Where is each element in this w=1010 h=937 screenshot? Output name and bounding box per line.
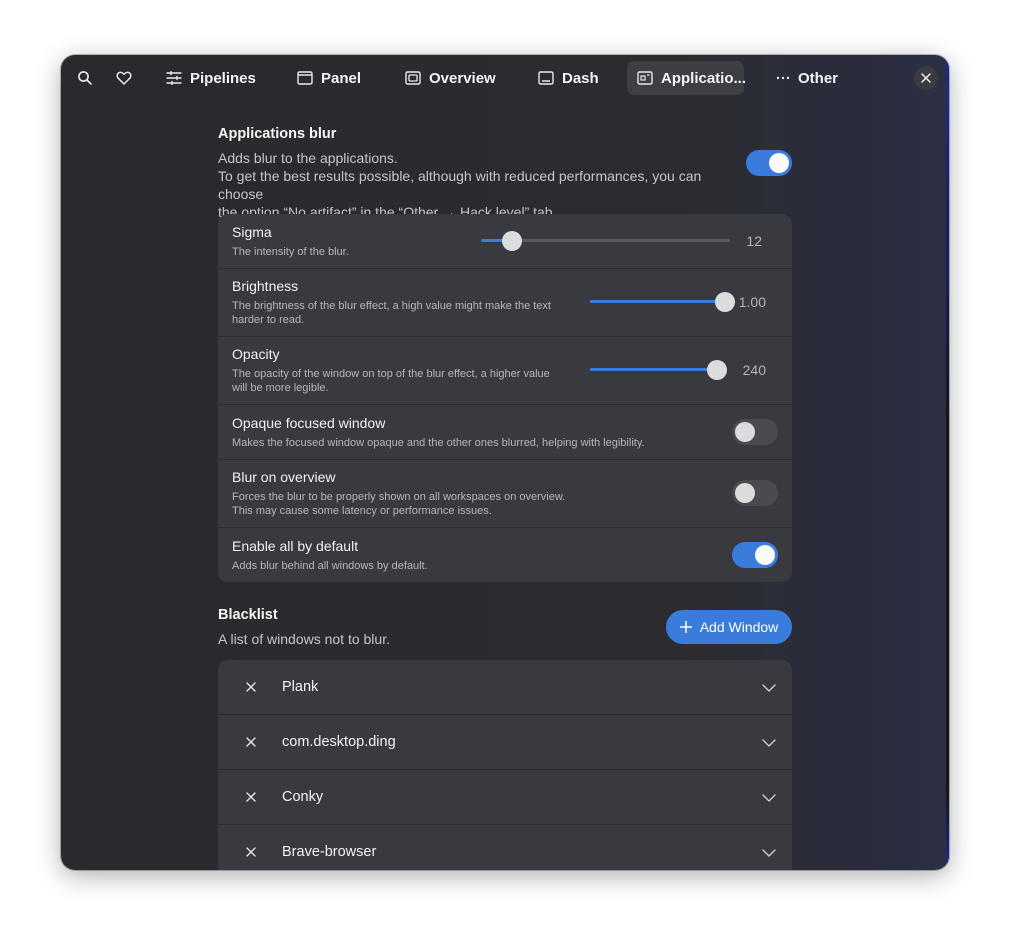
slider-thumb[interactable] xyxy=(707,360,727,380)
blacklist-description: A list of windows not to blur. xyxy=(218,631,390,647)
opacity-subtitle: The opacity of the window on top of the … xyxy=(232,368,550,394)
enable-all-row: Enable all by default Adds blur behind a… xyxy=(218,528,792,582)
blacklist-title: Blacklist xyxy=(218,607,278,623)
list-item-name: com.desktop.ding xyxy=(282,734,396,750)
search-icon[interactable] xyxy=(75,68,95,88)
dash-icon xyxy=(538,71,554,85)
list-item[interactable]: Conky xyxy=(218,770,792,825)
section-description: Adds blur to the applications. To get th… xyxy=(218,150,702,220)
sigma-subtitle: The intensity of the blur. xyxy=(232,246,349,258)
enable-all-subtitle: Adds blur behind all windows by default. xyxy=(232,560,428,572)
blacklist-card: Plank com.desktop.ding Conky Brave-brows… xyxy=(218,660,792,870)
chevron-down-icon[interactable] xyxy=(762,791,776,805)
settings-window: Pipelines Panel Overview Dash Applicatio… xyxy=(61,55,949,870)
blur-on-overview-title: Blur on overview xyxy=(232,469,336,485)
opaque-focused-title: Opaque focused window xyxy=(232,415,386,431)
tab-dash[interactable]: Dash xyxy=(528,61,609,95)
applications-blur-toggle[interactable] xyxy=(746,150,792,176)
panel-icon xyxy=(297,71,313,85)
plus-icon xyxy=(679,621,692,633)
slider-thumb[interactable] xyxy=(502,231,522,251)
opaque-focused-subtitle: Makes the focused window opaque and the … xyxy=(232,437,645,449)
remove-icon[interactable] xyxy=(244,735,258,749)
list-item[interactable]: com.desktop.ding xyxy=(218,715,792,770)
list-item-name: Brave-browser xyxy=(282,844,377,860)
applications-icon xyxy=(637,71,653,85)
header-bar: Pipelines Panel Overview Dash Applicatio… xyxy=(61,55,949,101)
sigma-row: Sigma The intensity of the blur. 12 xyxy=(218,214,792,269)
tab-label: Pipelines xyxy=(190,69,256,87)
tab-label: Panel xyxy=(321,69,362,87)
tab-label: Overview xyxy=(429,69,496,87)
list-item-name: Conky xyxy=(282,789,324,805)
tab-label: Dash xyxy=(562,69,599,87)
sigma-slider[interactable] xyxy=(481,230,730,252)
enable-all-title: Enable all by default xyxy=(232,538,359,554)
remove-icon[interactable] xyxy=(244,680,258,694)
opaque-focused-row: Opaque focused window Makes the focused … xyxy=(218,405,792,460)
opaque-focused-toggle[interactable] xyxy=(732,419,778,445)
opacity-value: 240 xyxy=(742,362,766,378)
tab-label: Applicatio... xyxy=(661,69,747,87)
tab-other[interactable]: Other xyxy=(766,61,848,95)
list-item[interactable]: Brave-browser xyxy=(218,825,792,870)
brightness-title: Brightness xyxy=(232,278,299,294)
tab-label: Other xyxy=(798,69,839,87)
section-title: Applications blur xyxy=(218,126,337,142)
brightness-row: Brightness The brightness of the blur ef… xyxy=(218,269,792,337)
chevron-down-icon[interactable] xyxy=(762,681,776,695)
add-window-button[interactable]: Add Window xyxy=(666,610,792,644)
tab-panel[interactable]: Panel xyxy=(287,61,371,95)
sliders-icon xyxy=(166,71,182,85)
brightness-subtitle: The brightness of the blur effect, a hig… xyxy=(232,300,551,326)
tab-pipelines[interactable]: Pipelines xyxy=(156,61,266,95)
blur-on-overview-subtitle: Forces the blur to be properly shown on … xyxy=(232,491,566,517)
tab-overview[interactable]: Overview xyxy=(395,61,506,95)
opacity-slider[interactable] xyxy=(590,359,727,381)
remove-icon[interactable] xyxy=(244,790,258,804)
list-item[interactable]: Plank xyxy=(218,660,792,715)
brightness-value: 1.00 xyxy=(738,294,766,310)
remove-icon[interactable] xyxy=(244,845,258,859)
overview-icon xyxy=(405,71,421,85)
blur-on-overview-row: Blur on overview Forces the blur to be p… xyxy=(218,460,792,528)
blur-on-overview-toggle[interactable] xyxy=(732,480,778,506)
list-item-name: Plank xyxy=(282,679,319,695)
sigma-title: Sigma xyxy=(232,224,272,240)
brightness-slider[interactable] xyxy=(590,291,735,313)
enable-all-toggle[interactable] xyxy=(732,542,778,568)
tab-applications[interactable]: Applicatio... xyxy=(627,61,747,95)
add-window-label: Add Window xyxy=(699,619,779,635)
heart-icon[interactable] xyxy=(114,68,134,88)
close-button[interactable] xyxy=(914,66,938,90)
chevron-down-icon[interactable] xyxy=(762,846,776,860)
opacity-title: Opacity xyxy=(232,346,280,362)
chevron-down-icon[interactable] xyxy=(762,736,776,750)
blur-settings-card: Sigma The intensity of the blur. 12 Brig… xyxy=(218,214,792,582)
more-icon xyxy=(776,76,790,80)
opacity-row: Opacity The opacity of the window on top… xyxy=(218,337,792,405)
close-icon xyxy=(921,73,931,83)
sigma-value: 12 xyxy=(746,233,762,249)
